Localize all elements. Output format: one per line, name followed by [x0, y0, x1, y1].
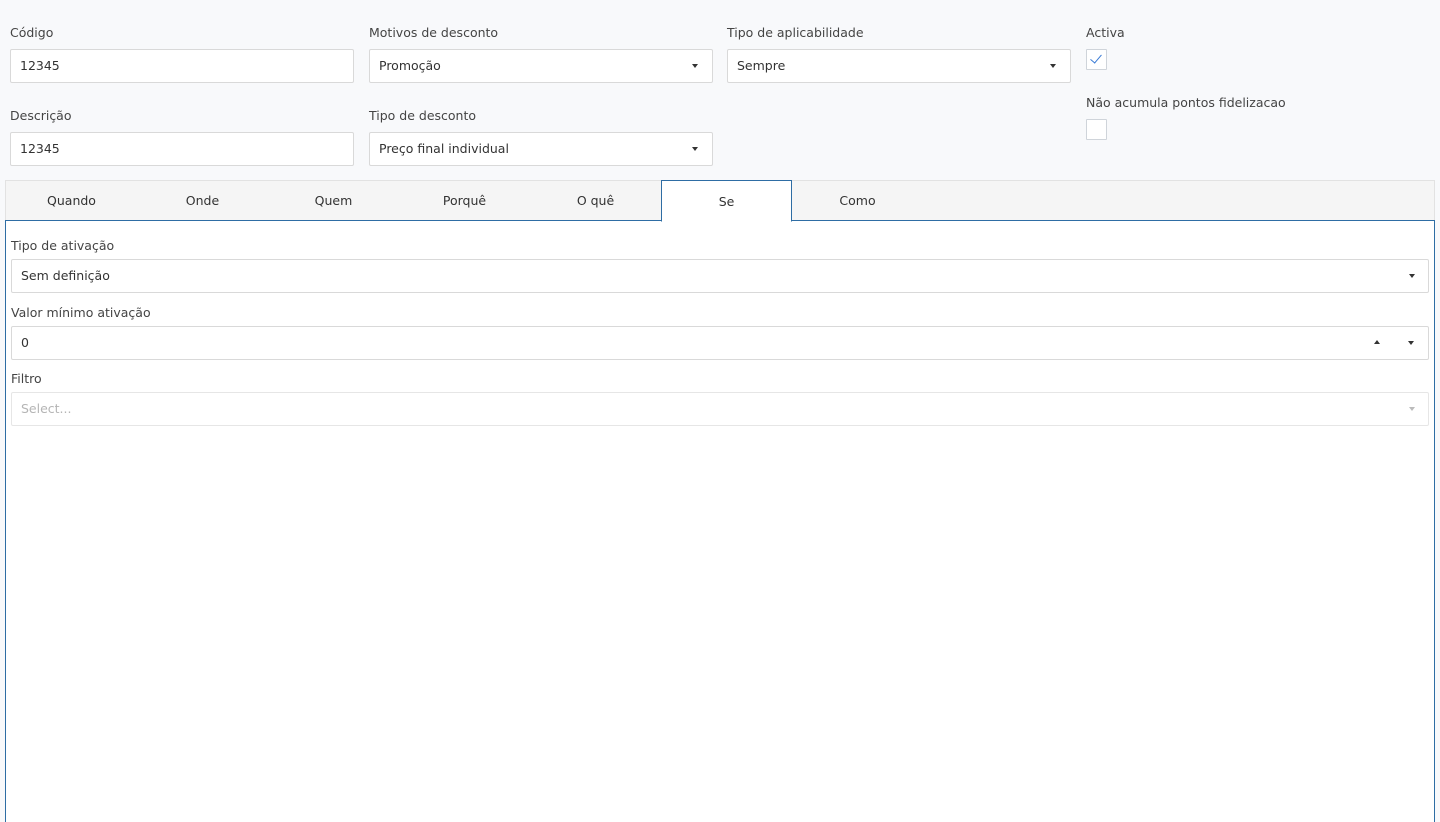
- descricao-label: Descrição: [10, 108, 72, 123]
- nao-acumula-label: Não acumula pontos fidelizacao: [1086, 95, 1286, 110]
- chevron-down-icon: [1050, 64, 1056, 68]
- tipo-ativacao-select[interactable]: Sem definição: [11, 259, 1429, 293]
- motivos-select[interactable]: Promoção: [369, 49, 713, 83]
- aplicabilidade-select[interactable]: Sempre: [727, 49, 1071, 83]
- codigo-label: Código: [10, 25, 54, 40]
- increment-icon[interactable]: [1374, 340, 1380, 344]
- tab-panel-se: Tipo de ativação Sem definição Valor mín…: [5, 220, 1435, 822]
- tab-quando[interactable]: Quando: [6, 180, 137, 221]
- chevron-down-icon: [1409, 407, 1415, 411]
- activa-label: Activa: [1086, 25, 1125, 40]
- decrement-icon[interactable]: [1408, 341, 1414, 345]
- tab-porque[interactable]: Porquê: [399, 180, 530, 221]
- check-icon: [1090, 51, 1102, 64]
- filtro-label: Filtro: [11, 371, 42, 386]
- chevron-down-icon: [692, 147, 698, 151]
- chevron-down-icon: [1409, 274, 1415, 278]
- aplicabilidade-value: Sempre: [737, 58, 786, 73]
- filtro-select[interactable]: Select...: [11, 392, 1429, 426]
- valor-minimo-value: 0: [21, 335, 29, 350]
- tipo-ativacao-label: Tipo de ativação: [11, 238, 115, 253]
- motivos-label: Motivos de desconto: [369, 25, 499, 40]
- tipo-desconto-select[interactable]: Preço final individual: [369, 132, 713, 166]
- tab-o-que[interactable]: O quê: [530, 180, 661, 221]
- tab-bar: Quando Onde Quem Porquê O quê Se Como: [5, 180, 1435, 222]
- tab-se[interactable]: Se: [661, 180, 792, 222]
- motivos-value: Promoção: [379, 58, 441, 73]
- tab-onde[interactable]: Onde: [137, 180, 268, 221]
- tab-como[interactable]: Como: [792, 180, 923, 221]
- tipo-desconto-label: Tipo de desconto: [369, 108, 477, 123]
- activa-checkbox[interactable]: [1086, 49, 1107, 70]
- filtro-placeholder: Select...: [21, 401, 72, 416]
- tab-quem[interactable]: Quem: [268, 180, 399, 221]
- tipo-desconto-value: Preço final individual: [379, 141, 509, 156]
- codigo-input[interactable]: 12345: [10, 49, 354, 83]
- tipo-ativacao-value: Sem definição: [21, 268, 110, 283]
- nao-acumula-checkbox[interactable]: [1086, 119, 1107, 140]
- valor-minimo-input[interactable]: 0: [11, 326, 1429, 360]
- chevron-down-icon: [692, 64, 698, 68]
- aplicabilidade-label: Tipo de aplicabilidade: [727, 25, 864, 40]
- descricao-input[interactable]: 12345: [10, 132, 354, 166]
- valor-minimo-label: Valor mínimo ativação: [11, 305, 151, 320]
